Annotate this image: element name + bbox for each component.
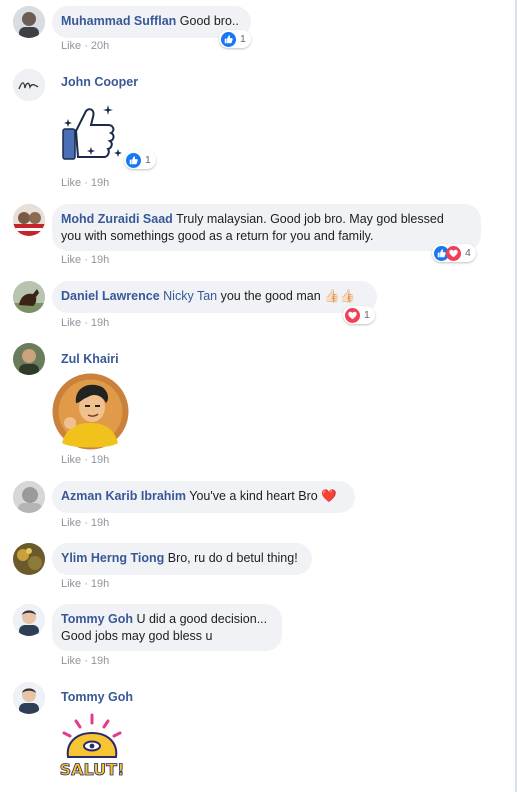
timestamp[interactable]: 19h	[91, 177, 109, 189]
thumbs-up-sticker	[58, 99, 126, 165]
comment-text: Bro, ru do d betul thing!	[167, 551, 298, 565]
commenter-name[interactable]: Muhammad Sufflan	[61, 14, 176, 28]
meta-separator: ·	[84, 254, 88, 266]
reaction-count: 4	[465, 247, 471, 259]
timestamp[interactable]: 19h	[91, 517, 109, 529]
commenter-name[interactable]: Azman Karib Ibrahim	[61, 489, 186, 503]
meta-separator: ·	[84, 454, 88, 466]
reaction-count: 1	[145, 154, 151, 166]
like-link[interactable]: Like	[61, 454, 81, 466]
tagged-user-link[interactable]: Nicky Tan	[163, 289, 217, 303]
comment-bubble: Ylim Herng Tiong Bro, ru do d betul thin…	[52, 543, 312, 575]
reaction-summary[interactable]: 1	[124, 151, 156, 169]
meta-separator: ·	[84, 655, 88, 667]
like-link[interactable]: Like	[61, 254, 81, 266]
comment-bubble: Daniel Lawrence Nicky Tan you the good m…	[52, 281, 377, 313]
avatar[interactable]	[13, 6, 45, 38]
like-icon	[126, 152, 141, 168]
comment-meta: Like · 19h	[61, 578, 109, 590]
thumbs-up-emoji: 👍🏻👍🏻	[324, 289, 356, 303]
avatar[interactable]	[13, 481, 45, 513]
cartoon-man-sticker	[52, 373, 129, 450]
like-link[interactable]: Like	[61, 517, 81, 529]
comment-text-line1: U did a good decision...	[136, 612, 268, 626]
comment-meta: Like · 19h	[61, 254, 109, 266]
comment-meta: Like · 19h	[61, 517, 109, 529]
heart-emoji: ❤️	[321, 489, 337, 503]
commenter-name[interactable]: Mohd Zuraidi Saad	[61, 212, 173, 226]
avatar[interactable]	[13, 543, 45, 575]
comment-meta: Like · 19h	[61, 317, 109, 329]
comment-meta: Like · 20h	[61, 40, 109, 52]
reaction-summary[interactable]: 4	[432, 244, 476, 262]
comment-meta: Like · 19h	[61, 454, 109, 466]
timestamp[interactable]: 19h	[91, 578, 109, 590]
comment-text: You've a kind heart Bro	[189, 489, 318, 503]
like-link[interactable]: Like	[61, 177, 81, 189]
like-link[interactable]: Like	[61, 655, 81, 667]
like-link[interactable]: Like	[61, 40, 81, 52]
reaction-count: 1	[240, 33, 246, 45]
comment-bubble: Azman Karib Ibrahim You've a kind heart …	[52, 481, 355, 513]
like-link[interactable]: Like	[61, 317, 81, 329]
comment-text: Good bro..	[179, 14, 239, 28]
reaction-summary[interactable]: 1	[219, 30, 251, 48]
avatar[interactable]	[13, 343, 45, 375]
comment-text-line1: Truly malaysian. Good job bro. May god b…	[176, 212, 444, 226]
comment-text: you the good man	[220, 289, 321, 303]
timestamp[interactable]: 19h	[91, 454, 109, 466]
avatar[interactable]	[13, 281, 45, 313]
commenter-name[interactable]: John Cooper	[61, 75, 138, 89]
timestamp[interactable]: 19h	[91, 655, 109, 667]
like-icon	[221, 31, 236, 47]
comment-meta: Like · 19h	[61, 177, 109, 189]
salut-sticker: SALUT!	[54, 713, 130, 792]
sticker-text: SALUT!	[60, 760, 125, 779]
comment-text-line2: you with somethings good as a return for…	[61, 229, 374, 243]
reaction-count: 1	[364, 309, 370, 321]
love-icon	[446, 245, 461, 261]
like-link[interactable]: Like	[61, 578, 81, 590]
comment-meta: Like · 19h	[61, 655, 109, 667]
commenter-name[interactable]: Daniel Lawrence	[61, 289, 160, 303]
timestamp[interactable]: 20h	[91, 40, 109, 52]
avatar[interactable]	[13, 682, 45, 714]
meta-separator: ·	[84, 517, 88, 529]
meta-separator: ·	[84, 177, 88, 189]
love-icon	[345, 307, 360, 323]
comment-bubble: Tommy Goh U did a good decision... Good …	[52, 604, 282, 651]
avatar[interactable]	[13, 604, 45, 636]
timestamp[interactable]: 19h	[91, 254, 109, 266]
commenter-name[interactable]: Ylim Herng Tiong	[61, 551, 164, 565]
meta-separator: ·	[84, 578, 88, 590]
commenter-name[interactable]: Tommy Goh	[61, 612, 133, 626]
comment-bubble: Mohd Zuraidi Saad Truly malaysian. Good …	[52, 204, 481, 251]
avatar[interactable]	[13, 204, 45, 236]
meta-separator: ·	[84, 317, 88, 329]
commenter-name[interactable]: Zul Khairi	[61, 352, 119, 366]
meta-separator: ·	[84, 40, 88, 52]
avatar[interactable]	[13, 69, 45, 101]
timestamp[interactable]: 19h	[91, 317, 109, 329]
comment-text-line2: Good jobs may god bless u	[61, 629, 213, 643]
reaction-summary[interactable]: 1	[343, 306, 375, 324]
commenter-name[interactable]: Tommy Goh	[61, 690, 133, 704]
